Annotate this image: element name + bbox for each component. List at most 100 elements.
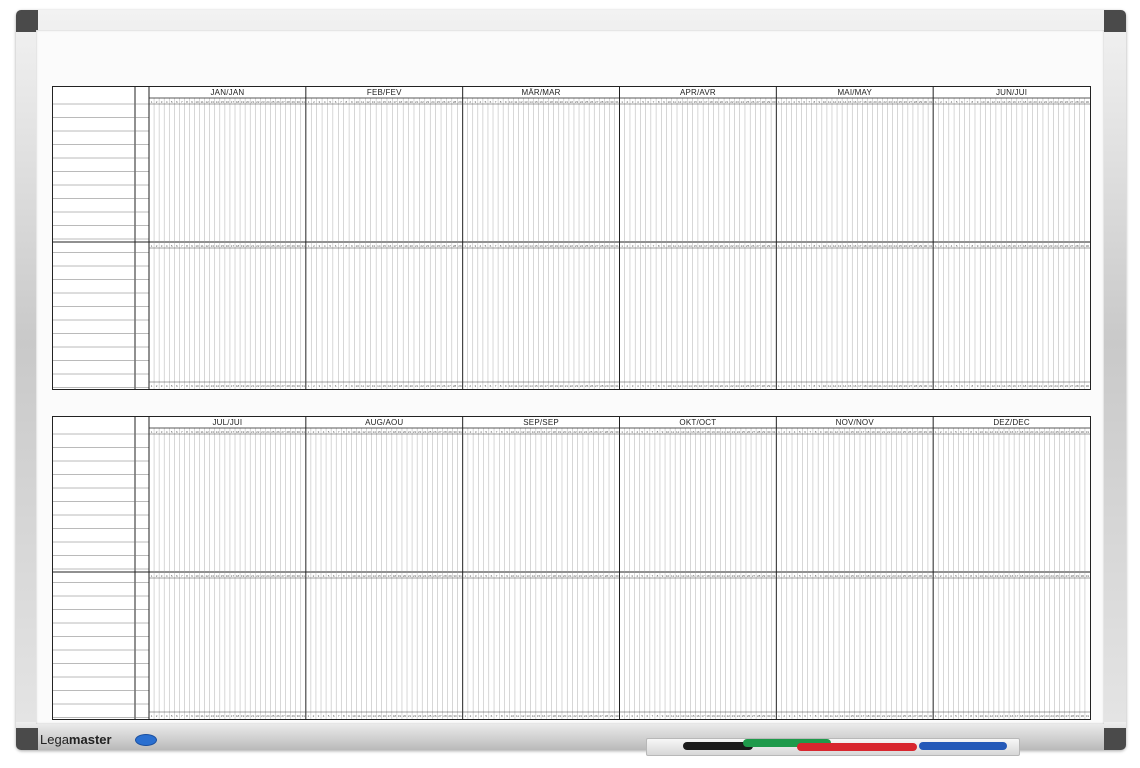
svg-text:14: 14 xyxy=(688,384,692,388)
svg-text:18: 18 xyxy=(552,430,556,434)
svg-text:18: 18 xyxy=(393,574,397,578)
svg-text:28: 28 xyxy=(757,430,761,434)
svg-text:21: 21 xyxy=(722,714,726,718)
svg-text:29: 29 xyxy=(762,574,766,578)
svg-text:15: 15 xyxy=(383,384,387,388)
svg-text:22: 22 xyxy=(420,100,424,104)
svg-text:12: 12 xyxy=(678,384,682,388)
svg-text:10: 10 xyxy=(666,574,670,578)
svg-text:16: 16 xyxy=(1010,430,1014,434)
svg-text:23: 23 xyxy=(261,574,265,578)
svg-text:19: 19 xyxy=(241,430,245,434)
svg-text:9: 9 xyxy=(663,244,665,248)
svg-text:27: 27 xyxy=(913,430,917,434)
svg-text:4: 4 xyxy=(793,384,795,388)
svg-text:5: 5 xyxy=(171,430,173,434)
svg-text:28: 28 xyxy=(443,574,447,578)
svg-text:18: 18 xyxy=(393,430,397,434)
svg-text:22: 22 xyxy=(1040,714,1044,718)
svg-text:30: 30 xyxy=(297,244,301,248)
svg-text:26: 26 xyxy=(433,714,437,718)
svg-text:15: 15 xyxy=(378,430,382,434)
svg-text:30: 30 xyxy=(453,430,457,434)
svg-text:22: 22 xyxy=(413,430,417,434)
svg-text:8: 8 xyxy=(972,384,974,388)
svg-text:7: 7 xyxy=(809,714,811,718)
svg-text:25: 25 xyxy=(428,430,432,434)
svg-text:12: 12 xyxy=(366,244,370,248)
svg-text:20: 20 xyxy=(246,574,250,578)
svg-text:1: 1 xyxy=(621,430,623,434)
svg-text:4: 4 xyxy=(480,430,482,434)
svg-text:14: 14 xyxy=(216,100,220,104)
svg-text:19: 19 xyxy=(404,100,408,104)
svg-text:4: 4 xyxy=(323,574,325,578)
blue-marker[interactable] xyxy=(919,742,1007,750)
svg-text:26: 26 xyxy=(276,100,280,104)
svg-text:1: 1 xyxy=(778,714,780,718)
svg-text:10: 10 xyxy=(509,100,513,104)
svg-text:14: 14 xyxy=(372,430,376,434)
svg-text:7: 7 xyxy=(181,574,183,578)
svg-text:8: 8 xyxy=(658,100,660,104)
svg-text:27: 27 xyxy=(752,714,756,718)
svg-text:14: 14 xyxy=(377,244,381,248)
svg-text:23: 23 xyxy=(888,384,892,388)
svg-text:15: 15 xyxy=(378,574,382,578)
svg-text:21: 21 xyxy=(725,384,729,388)
svg-text:12: 12 xyxy=(990,574,994,578)
svg-text:17: 17 xyxy=(393,244,397,248)
svg-text:27: 27 xyxy=(913,714,917,718)
svg-text:16: 16 xyxy=(388,100,392,104)
svg-text:11: 11 xyxy=(201,574,204,578)
svg-text:25: 25 xyxy=(271,430,275,434)
svg-text:9: 9 xyxy=(506,714,508,718)
red-marker[interactable] xyxy=(797,743,917,751)
svg-text:2: 2 xyxy=(940,574,942,578)
svg-text:30: 30 xyxy=(924,244,928,248)
svg-text:5: 5 xyxy=(485,100,487,104)
svg-text:29: 29 xyxy=(767,384,771,388)
svg-text:12: 12 xyxy=(835,714,839,718)
svg-text:30: 30 xyxy=(929,714,933,718)
svg-text:24: 24 xyxy=(898,714,902,718)
svg-text:21: 21 xyxy=(882,714,886,718)
svg-text:17: 17 xyxy=(231,430,235,434)
svg-text:2: 2 xyxy=(470,714,472,718)
svg-text:13: 13 xyxy=(526,714,530,718)
svg-text:22: 22 xyxy=(420,384,424,388)
svg-text:25: 25 xyxy=(899,244,903,248)
svg-text:17: 17 xyxy=(547,574,551,578)
svg-text:29: 29 xyxy=(448,574,452,578)
svg-text:12: 12 xyxy=(362,430,366,434)
svg-text:22: 22 xyxy=(887,714,891,718)
svg-text:21: 21 xyxy=(415,244,419,248)
svg-text:11: 11 xyxy=(357,430,360,434)
svg-text:3: 3 xyxy=(475,714,477,718)
svg-text:8: 8 xyxy=(658,384,660,388)
svg-text:24: 24 xyxy=(741,100,745,104)
marker-tray[interactable] xyxy=(646,738,1020,756)
svg-text:29: 29 xyxy=(767,244,771,248)
svg-text:26: 26 xyxy=(276,714,280,718)
svg-text:22: 22 xyxy=(256,714,260,718)
svg-text:30: 30 xyxy=(615,714,619,718)
svg-text:9: 9 xyxy=(506,430,508,434)
svg-text:27: 27 xyxy=(281,714,285,718)
svg-text:13: 13 xyxy=(372,244,376,248)
svg-text:20: 20 xyxy=(716,430,720,434)
svg-text:13: 13 xyxy=(524,244,528,248)
svg-text:5: 5 xyxy=(171,384,173,388)
svg-text:20: 20 xyxy=(560,384,564,388)
svg-text:10: 10 xyxy=(195,714,199,718)
svg-text:24: 24 xyxy=(266,574,270,578)
svg-text:27: 27 xyxy=(756,100,760,104)
svg-text:5: 5 xyxy=(171,574,173,578)
svg-text:9: 9 xyxy=(819,244,821,248)
svg-text:24: 24 xyxy=(737,574,741,578)
svg-text:22: 22 xyxy=(1044,244,1048,248)
svg-text:28: 28 xyxy=(914,244,918,248)
svg-text:12: 12 xyxy=(206,574,210,578)
svg-text:18: 18 xyxy=(550,244,554,248)
svg-text:6: 6 xyxy=(491,714,493,718)
